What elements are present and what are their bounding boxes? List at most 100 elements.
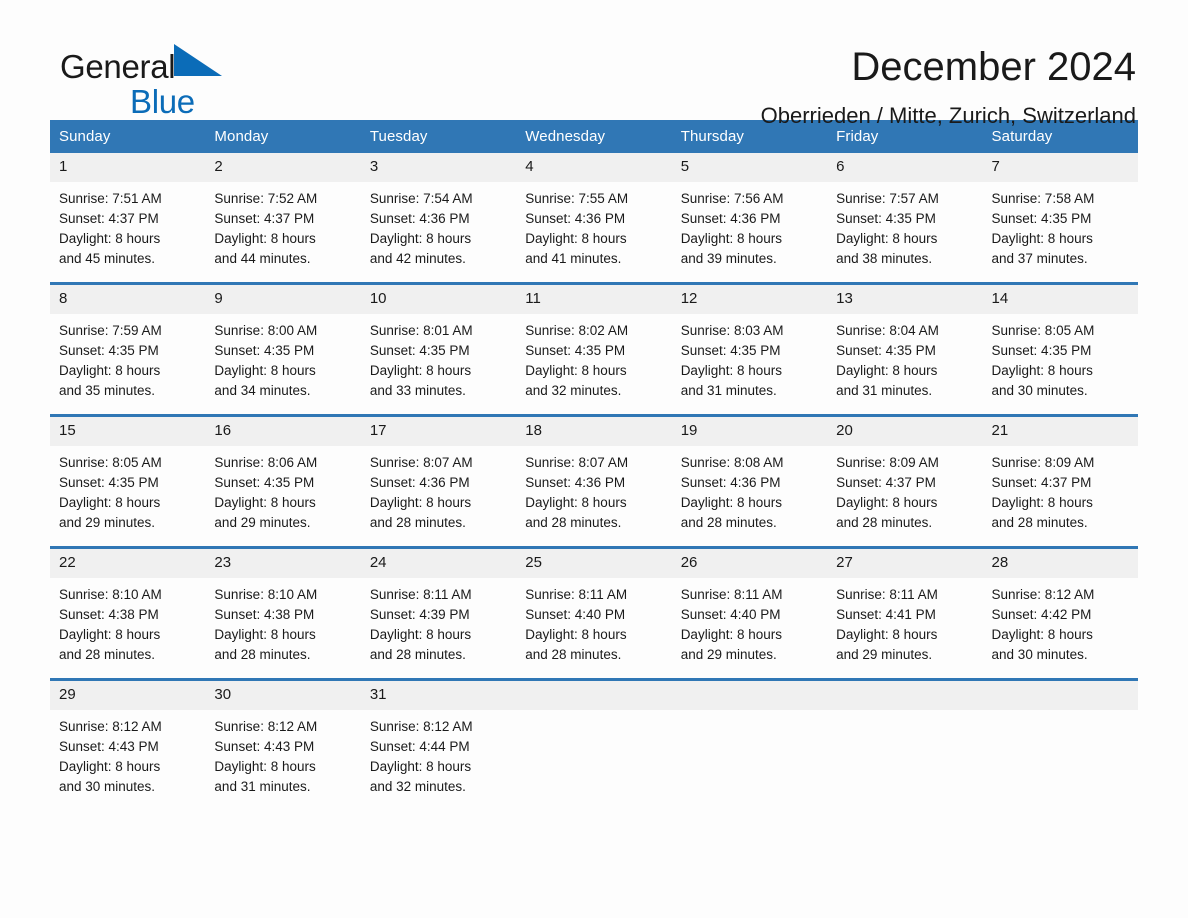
day-details: Sunrise: 8:11 AM Sunset: 4:40 PM Daylight:…: [672, 578, 827, 678]
daylight-text-line2: and 30 minutes.: [59, 779, 156, 794]
calendar-day-cell[interactable]: 28 Sunrise: 8:12 AM Sunset: 4:42 PM Dayligh…: [982, 546, 1138, 680]
daylight-text-line2: and 45 minutes.: [59, 251, 156, 266]
day-number: [827, 681, 983, 710]
day-details: Sunrise: 8:12 AM Sunset: 4:42 PM Daylight:…: [983, 578, 1138, 678]
calendar-day-cell[interactable]: 26 Sunrise: 8:11 AM Sunset: 4:40 PM Dayligh…: [671, 546, 828, 680]
day-details: Sunrise: 8:00 AM Sunset: 4:35 PM Daylight:…: [205, 314, 360, 414]
calendar-day-cell[interactable]: 20 Sunrise: 8:09 AM Sunset: 4:37 PM Dayligh…: [827, 414, 983, 548]
daylight-text-line2: and 30 minutes.: [991, 383, 1088, 398]
sunset-text: Sunset: 4:35 PM: [991, 211, 1092, 226]
calendar-body: 1 Sunrise: 7:51 AM Sunset: 4:37 PM Daylight…: [50, 153, 1138, 810]
calendar-day-cell[interactable]: 7 Sunrise: 7:58 AM Sunset: 4:35 PM Daylight…: [982, 153, 1138, 284]
calendar-week-row: 29 Sunrise: 8:12 AM Sunset: 4:43 PM Dayligh…: [50, 678, 1138, 810]
day-number: [516, 681, 672, 710]
calendar-day-cell[interactable]: 27 Sunrise: 8:11 AM Sunset: 4:41 PM Dayligh…: [827, 546, 983, 680]
day-number: 28: [982, 549, 1138, 578]
calendar-day-cell[interactable]: 9 Sunrise: 8:00 AM Sunset: 4:35 PM Daylight…: [205, 282, 361, 416]
daylight-text-line1: Daylight: 8 hours: [525, 363, 627, 378]
day-details: Sunrise: 8:01 AM Sunset: 4:35 PM Daylight:…: [361, 314, 516, 414]
daylight-text-line2: and 42 minutes.: [369, 251, 466, 266]
calendar-day-cell[interactable]: 3 Sunrise: 7:54 AM Sunset: 4:36 PM Daylight…: [360, 153, 517, 284]
calendar-day-cell[interactable]: 31 Sunrise: 8:12 AM Sunset: 4:44 PM Dayligh…: [360, 678, 517, 810]
sunset-text: Sunset: 4:35 PM: [59, 475, 159, 490]
calendar-day-cell[interactable]: 13 Sunrise: 8:04 AM Sunset: 4:35 PM Dayligh…: [827, 282, 983, 416]
day-number: 29: [50, 681, 206, 710]
calendar-day-cell[interactable]: 1 Sunrise: 7:51 AM Sunset: 4:37 PM Daylight…: [50, 153, 206, 284]
sunset-text: Sunset: 4:40 PM: [680, 607, 781, 622]
sunrise-text: Sunrise: 8:07 AM: [369, 455, 473, 470]
sunset-text: Sunset: 4:36 PM: [680, 211, 781, 226]
calendar-day-cell[interactable]: 19 Sunrise: 8:08 AM Sunset: 4:36 PM Dayligh…: [671, 414, 828, 548]
daylight-text-line1: Daylight: 8 hours: [214, 759, 316, 774]
calendar-day-cell[interactable]: 24 Sunrise: 8:11 AM Sunset: 4:39 PM Dayligh…: [360, 546, 517, 680]
daylight-text-line1: Daylight: 8 hours: [59, 627, 161, 642]
daylight-text-line2: and 31 minutes.: [836, 383, 933, 398]
day-details: Sunrise: 7:52 AM Sunset: 4:37 PM Daylight:…: [205, 182, 360, 282]
sunrise-text: Sunrise: 8:12 AM: [369, 719, 473, 734]
calendar-day-cell[interactable]: 15 Sunrise: 8:05 AM Sunset: 4:35 PM Dayligh…: [50, 414, 206, 548]
sunset-text: Sunset: 4:35 PM: [214, 343, 315, 358]
sunrise-text: Sunrise: 7:54 AM: [369, 191, 473, 206]
calendar-day-cell[interactable]: 10 Sunrise: 8:01 AM Sunset: 4:35 PM Dayligh…: [360, 282, 517, 416]
day-details: Sunrise: 8:07 AM Sunset: 4:36 PM Daylight:…: [516, 446, 671, 546]
daylight-text-line2: and 37 minutes.: [991, 251, 1088, 266]
sunset-text: Sunset: 4:37 PM: [836, 475, 936, 490]
logo-text-general: General: [60, 48, 176, 85]
daylight-text-line2: and 31 minutes.: [680, 383, 777, 398]
sunset-text: Sunset: 4:43 PM: [214, 739, 315, 754]
calendar-day-cell[interactable]: 21 Sunrise: 8:09 AM Sunset: 4:37 PM Dayligh…: [982, 414, 1138, 548]
sunrise-text: Sunrise: 7:52 AM: [214, 191, 318, 206]
calendar-day-cell[interactable]: 17 Sunrise: 8:07 AM Sunset: 4:36 PM Dayligh…: [360, 414, 517, 548]
day-details: Sunrise: 8:10 AM Sunset: 4:38 PM Daylight:…: [205, 578, 360, 678]
day-number: 1: [50, 153, 206, 182]
sunrise-text: Sunrise: 8:01 AM: [369, 323, 473, 338]
day-number: [982, 681, 1138, 710]
weekday-header-wednesday: Wednesday: [516, 120, 672, 153]
title-block: December 2024 Oberrieden / Mitte, Zurich…: [761, 44, 1138, 130]
daylight-text-line2: and 29 minutes.: [680, 647, 777, 662]
sunset-text: Sunset: 4:35 PM: [525, 343, 626, 358]
day-number: 4: [516, 153, 672, 182]
calendar-day-cell[interactable]: 14 Sunrise: 8:05 AM Sunset: 4:35 PM Dayligh…: [982, 282, 1138, 416]
calendar-day-cell[interactable]: 8 Sunrise: 7:59 AM Sunset: 4:35 PM Daylight…: [50, 282, 206, 416]
day-number: 7: [982, 153, 1138, 182]
day-number: 10: [360, 285, 517, 314]
calendar-day-cell[interactable]: 18 Sunrise: 8:07 AM Sunset: 4:36 PM Dayligh…: [516, 414, 672, 548]
calendar-day-cell[interactable]: 12 Sunrise: 8:03 AM Sunset: 4:35 PM Dayligh…: [671, 282, 828, 416]
daylight-text-line2: and 32 minutes.: [525, 383, 622, 398]
day-number: 2: [205, 153, 361, 182]
daylight-text-line1: Daylight: 8 hours: [525, 495, 627, 510]
calendar-day-cell[interactable]: 29 Sunrise: 8:12 AM Sunset: 4:43 PM Dayligh…: [50, 678, 206, 810]
calendar-day-cell[interactable]: 4 Sunrise: 7:55 AM Sunset: 4:36 PM Daylight…: [516, 153, 672, 284]
day-details: Sunrise: 8:05 AM Sunset: 4:35 PM Daylight:…: [50, 446, 205, 546]
sunset-text: Sunset: 4:35 PM: [836, 343, 936, 358]
daylight-text-line1: Daylight: 8 hours: [369, 363, 472, 378]
calendar-day-cell[interactable]: 23 Sunrise: 8:10 AM Sunset: 4:38 PM Dayligh…: [205, 546, 361, 680]
sunrise-text: Sunrise: 8:05 AM: [59, 455, 162, 470]
day-number: 21: [982, 417, 1138, 446]
daylight-text-line1: Daylight: 8 hours: [59, 231, 161, 246]
day-number: 13: [827, 285, 983, 314]
calendar-empty-cell: [516, 678, 672, 810]
calendar-day-cell[interactable]: 25 Sunrise: 8:11 AM Sunset: 4:40 PM Dayligh…: [516, 546, 672, 680]
calendar-day-cell[interactable]: 6 Sunrise: 7:57 AM Sunset: 4:35 PM Daylight…: [827, 153, 983, 284]
daylight-text-line2: and 38 minutes.: [836, 251, 933, 266]
day-details: Sunrise: 8:03 AM Sunset: 4:35 PM Daylight:…: [672, 314, 827, 414]
daylight-text-line1: Daylight: 8 hours: [836, 363, 938, 378]
calendar-day-cell[interactable]: 22 Sunrise: 8:10 AM Sunset: 4:38 PM Dayligh…: [50, 546, 206, 680]
calendar-day-cell[interactable]: 5 Sunrise: 7:56 AM Sunset: 4:36 PM Daylight…: [671, 153, 828, 284]
daylight-text-line1: Daylight: 8 hours: [369, 759, 472, 774]
daylight-text-line1: Daylight: 8 hours: [214, 495, 316, 510]
calendar-day-cell[interactable]: 11 Sunrise: 8:02 AM Sunset: 4:35 PM Dayligh…: [516, 282, 672, 416]
day-number: 3: [360, 153, 517, 182]
calendar-day-cell[interactable]: 16 Sunrise: 8:06 AM Sunset: 4:35 PM Dayligh…: [205, 414, 361, 548]
calendar-day-cell[interactable]: 2 Sunrise: 7:52 AM Sunset: 4:37 PM Daylight…: [205, 153, 361, 284]
sunset-text: Sunset: 4:42 PM: [991, 607, 1092, 622]
daylight-text-line2: and 28 minutes.: [369, 515, 466, 530]
calendar-day-cell[interactable]: 30 Sunrise: 8:12 AM Sunset: 4:43 PM Dayligh…: [205, 678, 361, 810]
sunset-text: Sunset: 4:38 PM: [59, 607, 159, 622]
day-details: Sunrise: 8:12 AM Sunset: 4:43 PM Daylight:…: [205, 710, 360, 810]
page-header: General Blue December 2024 Oberrieden / …: [50, 0, 1138, 128]
daylight-text-line1: Daylight: 8 hours: [836, 627, 938, 642]
weekday-header-sunday: Sunday: [50, 120, 206, 153]
